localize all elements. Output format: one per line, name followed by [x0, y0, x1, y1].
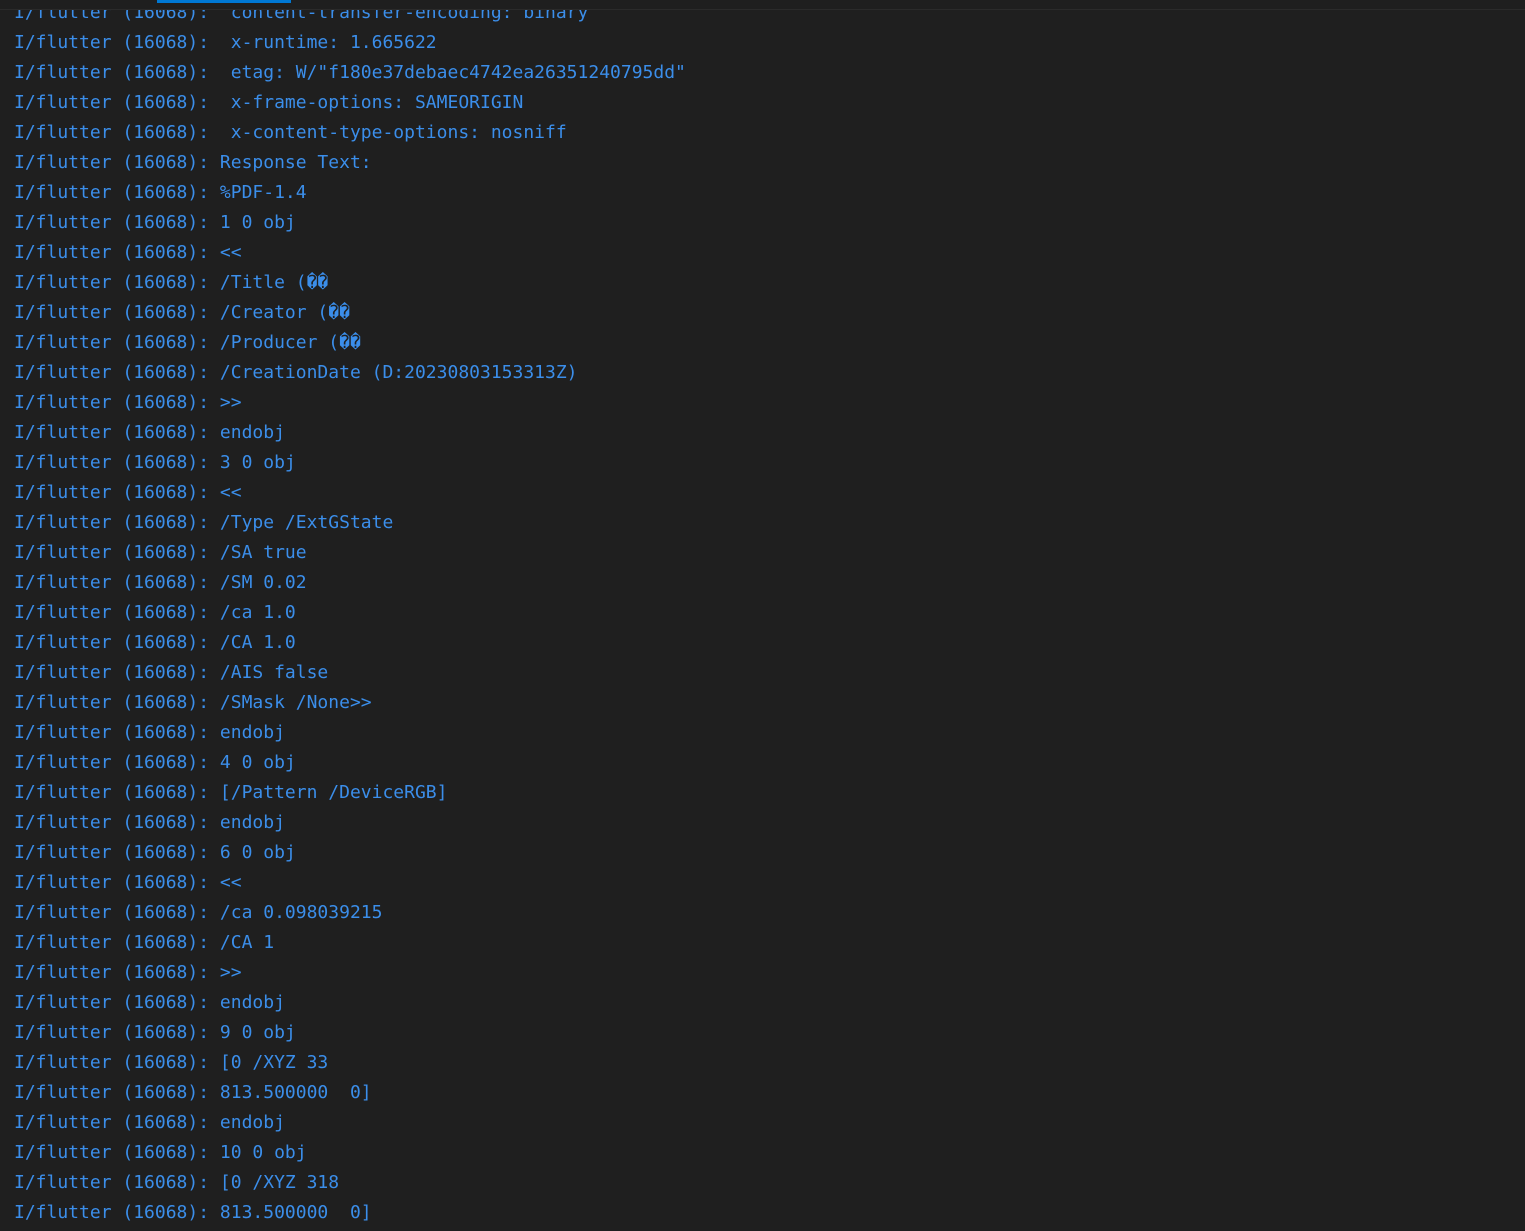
log-line: I/flutter (16068): endobj — [14, 812, 285, 833]
log-line: I/flutter (16068): 813.500000 0] — [14, 1202, 372, 1223]
log-line: I/flutter (16068): /AIS false — [14, 662, 329, 683]
log-line: I/flutter (16068): << — [14, 482, 242, 503]
log-line: I/flutter (16068): [/Pattern /DeviceRGB] — [14, 782, 448, 803]
log-line: I/flutter (16068): >> — [14, 962, 242, 983]
log-line: I/flutter (16068): /SA true — [14, 542, 307, 563]
log-line: I/flutter (16068): /Type /ExtGState — [14, 512, 394, 533]
terminal-output: I/flutter (16068): content-transfer-enco… — [14, 0, 686, 1228]
log-line: I/flutter (16068): 4 0 obj — [14, 752, 296, 773]
log-line: I/flutter (16068): 10 0 obj — [14, 1142, 307, 1163]
log-line: I/flutter (16068): /ca 0.098039215 — [14, 902, 383, 923]
log-line: I/flutter (16068): /Producer (�� — [14, 332, 361, 353]
terminal-panel[interactable]: I/flutter (16068): content-transfer-enco… — [0, 0, 1525, 1231]
log-line: I/flutter (16068): [0 /XYZ 33 — [14, 1052, 329, 1073]
log-line: I/flutter (16068): << — [14, 872, 242, 893]
log-line: I/flutter (16068): >> — [14, 392, 242, 413]
log-line: I/flutter (16068): /Creator (�� — [14, 302, 350, 323]
log-line: I/flutter (16068): 813.500000 0] — [14, 1082, 372, 1103]
log-line: I/flutter (16068): /SM 0.02 — [14, 572, 307, 593]
log-line: I/flutter (16068): /ca 1.0 — [14, 602, 296, 623]
log-line: I/flutter (16068): x-runtime: 1.665622 — [14, 32, 437, 53]
log-line: I/flutter (16068): etag: W/"f180e37debae… — [14, 62, 686, 83]
log-line: I/flutter (16068): 6 0 obj — [14, 842, 296, 863]
log-line: I/flutter (16068): /CA 1 — [14, 932, 275, 953]
log-line: I/flutter (16068): endobj — [14, 722, 285, 743]
log-line: I/flutter (16068): [0 /XYZ 318 — [14, 1172, 340, 1193]
log-line: I/flutter (16068): /CreationDate (D:2023… — [14, 362, 578, 383]
log-line: I/flutter (16068): Response Text: — [14, 152, 372, 173]
log-line: I/flutter (16068): 1 0 obj — [14, 212, 296, 233]
log-line: I/flutter (16068): endobj — [14, 1112, 285, 1133]
active-tab-indicator — [157, 0, 291, 3]
log-line: I/flutter (16068): x-content-type-option… — [14, 122, 567, 143]
log-line: I/flutter (16068): endobj — [14, 992, 285, 1013]
log-line: I/flutter (16068): /CA 1.0 — [14, 632, 296, 653]
log-line: I/flutter (16068): /Title (�� — [14, 272, 329, 293]
log-line: I/flutter (16068): 9 0 obj — [14, 1022, 296, 1043]
log-line: I/flutter (16068): 3 0 obj — [14, 452, 296, 473]
log-line: I/flutter (16068): %PDF-1.4 — [14, 182, 307, 203]
log-line: I/flutter (16068): x-frame-options: SAME… — [14, 92, 524, 113]
log-line: I/flutter (16068): endobj — [14, 422, 285, 443]
log-line: I/flutter (16068): /SMask /None>> — [14, 692, 372, 713]
log-line: I/flutter (16068): << — [14, 242, 242, 263]
